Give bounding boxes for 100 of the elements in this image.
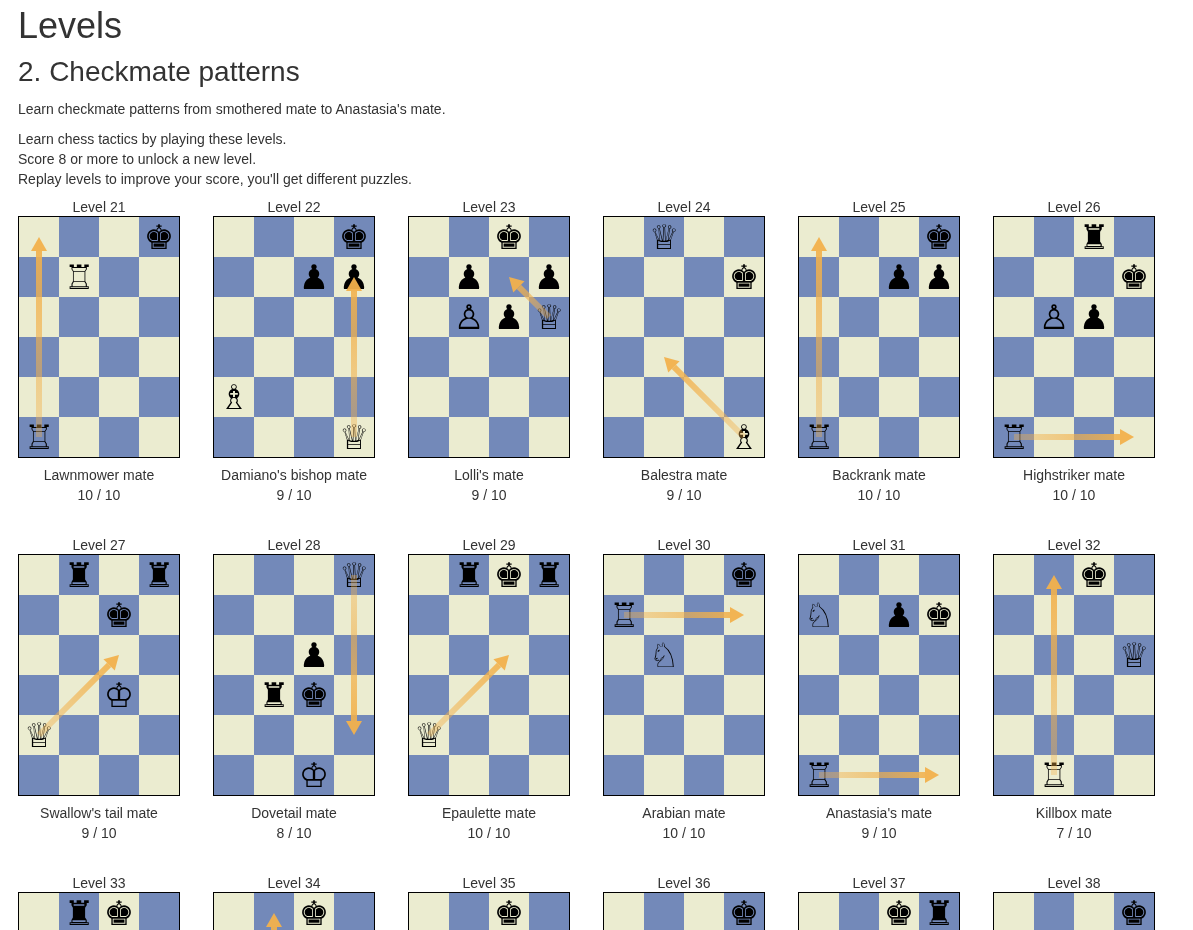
level-label: Level 37	[852, 874, 906, 892]
level-label: Level 29	[462, 536, 516, 554]
chess-piece: ♟	[298, 636, 330, 674]
level-score: 10 / 10	[1052, 486, 1096, 504]
chess-piece: ♖	[608, 596, 640, 634]
level-name: Anastasia's mate	[825, 804, 933, 822]
chess-piece: ♜	[258, 676, 290, 714]
chess-piece: ♚	[298, 894, 330, 930]
chess-piece: ♚	[103, 596, 135, 634]
level-score: 9 / 10	[861, 824, 897, 842]
level-label: Level 34	[267, 874, 321, 892]
chess-piece: ♜	[63, 894, 95, 930]
chess-piece: ♕	[1118, 636, 1150, 674]
chess-piece: ♕	[23, 716, 55, 754]
level-score: 7 / 10	[1056, 824, 1092, 842]
level-score: 10 / 10	[662, 824, 706, 842]
chess-piece: ♚	[143, 218, 175, 256]
chess-board[interactable]: ♜ ♚ ♜ ♕	[408, 554, 570, 796]
chess-piece: ♗	[218, 378, 250, 416]
level-label: Level 33	[72, 874, 126, 892]
level-score: 9 / 10	[81, 824, 117, 842]
chess-board[interactable]: ♜ ♜ ♚ ♔ ♕	[18, 554, 180, 796]
level-label: Level 35	[462, 874, 516, 892]
chess-piece: ♚	[1118, 894, 1150, 930]
chess-piece: ♗	[728, 418, 760, 456]
instruction-text: Replay levels to improve your score, you'll get different puzzles.	[18, 170, 413, 189]
chess-piece: ♖	[23, 418, 55, 456]
chess-piece: ♟	[923, 258, 955, 296]
chess-piece: ♜	[923, 894, 955, 930]
level-score: 10 / 10	[467, 824, 511, 842]
chess-piece: ♜	[533, 556, 565, 594]
chess-piece: ♖	[63, 258, 95, 296]
level-name: Backrank mate	[832, 466, 926, 484]
chess-piece: ♜	[453, 556, 485, 594]
level-name: Highstriker mate	[1023, 466, 1125, 484]
section-title: 2. Checkmate patterns	[18, 56, 301, 88]
chess-piece: ♚	[883, 894, 915, 930]
chess-piece: ♚	[1078, 556, 1110, 594]
chess-piece: ♖	[998, 418, 1030, 456]
level-name: Arabian mate	[642, 804, 726, 822]
level-label: Level 26	[1047, 198, 1101, 216]
chess-piece: ♕	[338, 556, 370, 594]
level-score: 10 / 10	[857, 486, 901, 504]
chess-piece: ♟	[298, 258, 330, 296]
level-label: Level 30	[657, 536, 711, 554]
chess-piece: ♖	[803, 418, 835, 456]
chess-piece: ♟	[453, 258, 485, 296]
level-label: Level 22	[267, 198, 321, 216]
chess-piece: ♚	[728, 556, 760, 594]
chess-piece: ♖	[1038, 756, 1070, 794]
instruction-text: Score 8 or more to unlock a new level.	[18, 150, 258, 169]
level-label: Level 25	[852, 198, 906, 216]
chess-piece: ♚	[493, 556, 525, 594]
chess-board[interactable]: ♚	[993, 892, 1155, 930]
level-label: Level 36	[657, 874, 711, 892]
level-name: Lawnmower mate	[43, 466, 155, 484]
chess-piece: ♔	[298, 756, 330, 794]
chess-board[interactable]: ♚ ♖ ♖	[18, 216, 180, 458]
chess-piece: ♙	[1038, 298, 1070, 336]
chess-piece: ♚	[493, 218, 525, 256]
level-label: Level 27	[72, 536, 126, 554]
level-label: Level 31	[852, 536, 906, 554]
description: Learn checkmate patterns from smothered mate to Anastasia's mate.	[18, 100, 447, 119]
chess-piece: ♜	[143, 556, 175, 594]
chess-piece: ♘	[803, 596, 835, 634]
chess-board[interactable]: ♚ ♟ ♟ ♗ ♕	[213, 216, 375, 458]
chess-board[interactable]: ♚ ♕ ♖	[993, 554, 1155, 796]
chess-board[interactable]: ♚	[603, 892, 765, 930]
level-name: Swallow's tail mate	[40, 804, 158, 822]
chess-board[interactable]: ♜ ♚ ♙ ♟ ♖	[993, 216, 1155, 458]
chess-piece: ♟	[493, 298, 525, 336]
chess-piece: ♚	[728, 258, 760, 296]
chess-board[interactable]: ♚	[213, 892, 375, 930]
chess-board[interactable]: ♚ ♖ ♘	[603, 554, 765, 796]
chess-piece: ♚	[923, 596, 955, 634]
level-label: Level 23	[462, 198, 516, 216]
level-label: Level 32	[1047, 536, 1101, 554]
level-name: Lolli's mate	[454, 466, 524, 484]
level-label: Level 28	[267, 536, 321, 554]
level-name: Killbox mate	[1035, 804, 1113, 822]
level-label: Level 21	[72, 198, 126, 216]
level-score: 8 / 10	[276, 824, 312, 842]
chess-board[interactable]: ♚ ♜	[798, 892, 960, 930]
chess-piece: ♚	[298, 676, 330, 714]
level-label: Level 24	[657, 198, 711, 216]
chess-piece: ♚	[923, 218, 955, 256]
chess-piece: ♔	[103, 676, 135, 714]
chess-piece: ♜	[63, 556, 95, 594]
chess-board[interactable]: ♕ ♚ ♗	[603, 216, 765, 458]
chess-piece: ♕	[648, 218, 680, 256]
chess-board[interactable]: ♚ ♟ ♟ ♙ ♟ ♕	[408, 216, 570, 458]
page-title: Levels	[18, 6, 124, 46]
level-name: Epaulette mate	[441, 804, 537, 822]
chess-board[interactable]: ♚	[408, 892, 570, 930]
chess-board[interactable]: ♜ ♚	[18, 892, 180, 930]
chess-board[interactable]: ♕ ♟ ♜ ♚ ♔	[213, 554, 375, 796]
chess-piece: ♚	[493, 894, 525, 930]
chess-board[interactable]: ♘ ♟ ♚ ♖	[798, 554, 960, 796]
chess-board[interactable]: ♚ ♟ ♟ ♖	[798, 216, 960, 458]
chess-piece: ♕	[533, 298, 565, 336]
